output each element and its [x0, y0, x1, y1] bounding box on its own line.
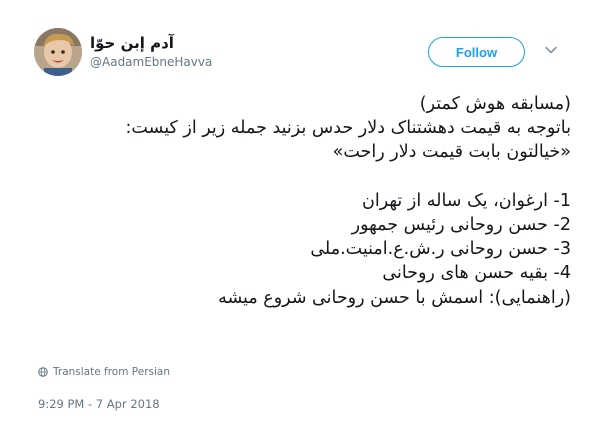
globe-icon: [38, 367, 48, 377]
tweet-line: «خیالتون بابت قیمت دلار راحت»: [332, 142, 571, 163]
translate-label: Translate from Persian: [53, 366, 170, 378]
tweet-card: آدم إبن حوّا @AadamEbneHavva Follow (مسا…: [0, 0, 591, 422]
user-avatar-photo: [34, 28, 82, 76]
tweet-timestamp[interactable]: 9:29 PM - 7 Apr 2018: [38, 397, 160, 411]
translate-link[interactable]: Translate from Persian: [38, 366, 170, 378]
tweet-line: 3- حسن روحانی ر.ش.ع.امنیت.ملی: [310, 239, 571, 260]
tweet-line: 2- حسن روحانی رئیس جمهور: [351, 214, 571, 235]
chevron-down-icon[interactable]: [543, 42, 559, 58]
tweet-line: (راهنمایی): اسمش با حسن روحانی شروع میشه: [218, 287, 571, 308]
tweet-line: 4- بقیه حسن های روحانی: [382, 263, 571, 284]
display-name[interactable]: آدم إبن حوّا: [90, 34, 174, 52]
user-handle[interactable]: @AadamEbneHavva: [90, 55, 212, 69]
tweet-line: باتوجه به قیمت دهشتناک دلار حدس بزنید جم…: [125, 118, 572, 139]
tweet-line: 1- ارغوان، یک ساله از تهران: [362, 190, 571, 211]
tweet-text: (مسابقه هوش کمتر) باتوجه به قیمت دهشتناک…: [30, 92, 572, 310]
tweet-line: (مسابقه هوش کمتر): [419, 94, 571, 114]
follow-button[interactable]: Follow: [428, 37, 525, 67]
avatar[interactable]: [34, 28, 82, 76]
